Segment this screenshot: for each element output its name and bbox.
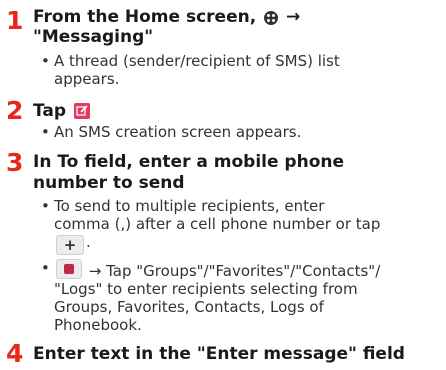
step-heading: From the Home screen, → <box>33 7 301 27</box>
home-grid-icon <box>264 11 279 25</box>
step-number: 2 <box>6 96 24 125</box>
step-heading: In To field, enter a mobile phone <box>33 152 345 172</box>
bullet-item: • To send to multiple recipients, enter … <box>41 197 381 255</box>
plus-key-icon: + <box>56 235 84 255</box>
step-heading-cont: number to send <box>33 173 185 193</box>
bullet-item: • → Tap "Groups"/"Favorites"/"Contacts"/… <box>41 259 381 334</box>
contacts-icon <box>56 259 82 279</box>
step-number: 3 <box>6 148 24 177</box>
step-number: 1 <box>6 6 24 35</box>
step-heading: Tap <box>33 101 92 122</box>
step-heading: Enter text in the "Enter message" field <box>33 344 405 364</box>
bullet-item: • A thread (sender/recipient of SMS) lis… <box>41 52 340 88</box>
compose-icon <box>73 103 90 119</box>
step-heading-cont: "Messaging" <box>33 27 154 47</box>
bullet-item: • An SMS creation screen appears. <box>41 123 302 141</box>
step-number: 4 <box>6 339 24 368</box>
